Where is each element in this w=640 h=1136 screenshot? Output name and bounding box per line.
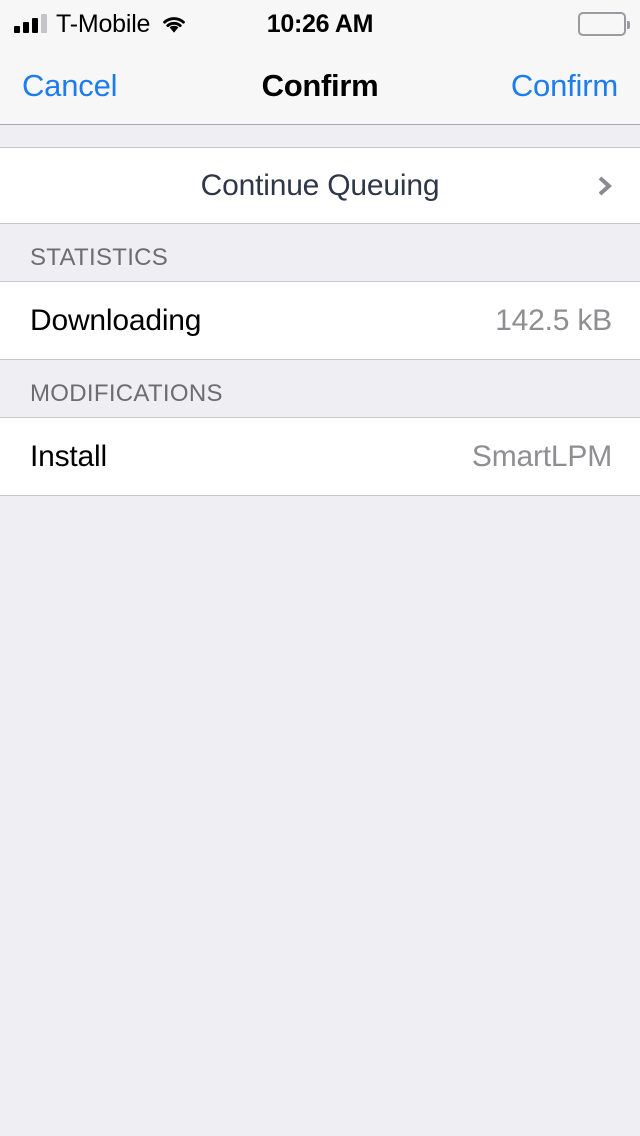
row-value: SmartLPM (471, 439, 612, 473)
navigation-bar: Cancel Confirm Confirm (0, 48, 640, 125)
status-bar-left: T-Mobile (14, 0, 187, 48)
chevron-right-icon (594, 175, 616, 197)
phone-screen: T-Mobile 10:26 AM Cancel Confirm Confirm (0, 0, 640, 1136)
table-top-spacer (0, 125, 640, 148)
continue-queuing-label: Continue Queuing (200, 168, 440, 202)
wifi-icon (161, 14, 187, 34)
cancel-button[interactable]: Cancel (22, 48, 117, 124)
confirm-button[interactable]: Confirm (511, 48, 618, 124)
row-title: Downloading (30, 303, 202, 337)
continue-queuing-row[interactable]: Continue Queuing (0, 148, 640, 224)
status-bar: T-Mobile 10:26 AM (0, 0, 640, 48)
signal-bars-icon (14, 14, 47, 33)
section-header-modifications: MODIFICATIONS (0, 360, 640, 418)
section-header-statistics: STATISTICS (0, 224, 640, 282)
row-value: 142.5 kB (495, 303, 612, 337)
settings-table: Continue Queuing STATISTICS Downloading … (0, 125, 640, 1136)
table-row-downloading[interactable]: Downloading 142.5 kB (0, 282, 640, 360)
table-row-install[interactable]: Install SmartLPM (0, 418, 640, 496)
status-bar-right (578, 0, 630, 48)
clock-label: 10:26 AM (266, 9, 374, 38)
carrier-label: T-Mobile (56, 9, 151, 38)
battery-icon (578, 12, 630, 36)
row-title: Install (30, 439, 107, 473)
